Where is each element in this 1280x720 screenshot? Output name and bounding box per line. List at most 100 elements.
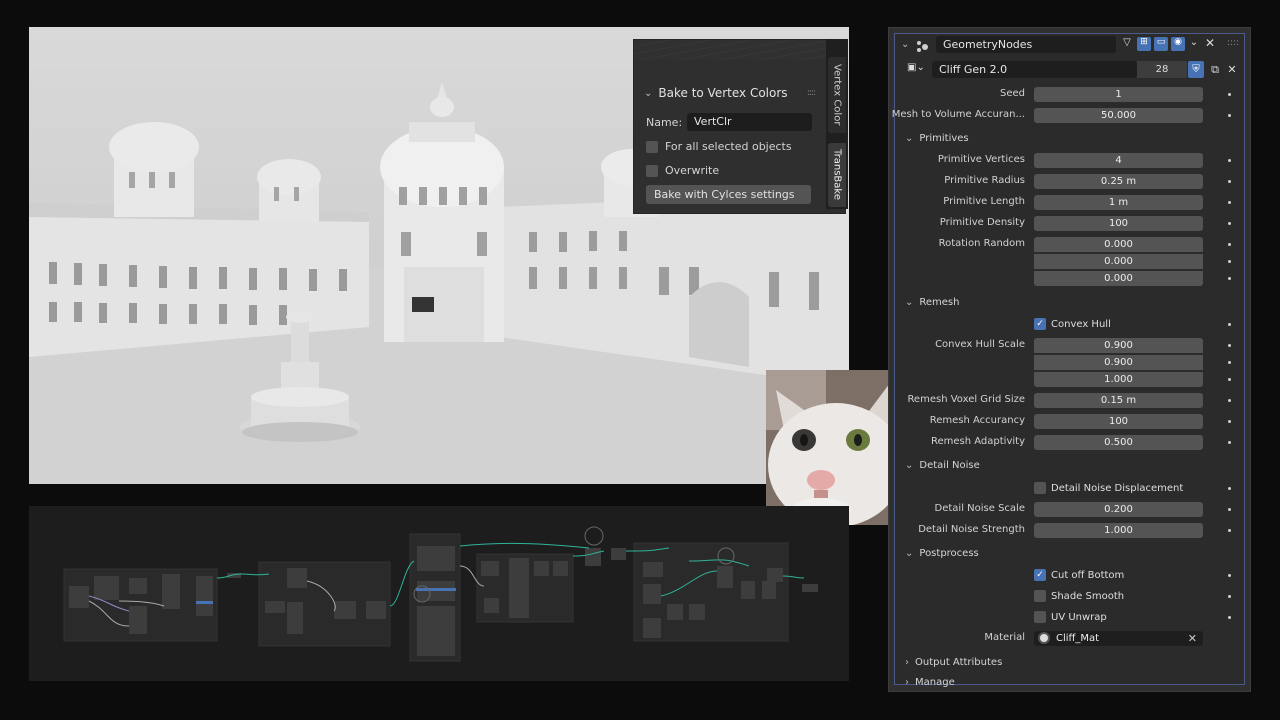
remesh-adaptivity-field[interactable]: 0.500 [1034,435,1203,450]
keyframe-dot-icon[interactable] [1228,93,1231,96]
mesh-accuracy-field[interactable]: 50.000 [1034,108,1203,123]
section-postprocess[interactable]: ⌄ Postprocess [895,543,1244,563]
seed-field[interactable]: 1 [1034,87,1203,102]
primitive-radius-label: Primitive Radius [944,175,1025,186]
primitive-density-field[interactable]: 100 [1034,216,1203,231]
drag-grip-icon[interactable]: :::: [1227,38,1239,48]
collapse-chevron-icon[interactable]: ⌄ [901,39,909,50]
for-all-selected-checkbox[interactable] [646,140,658,153]
material-field[interactable]: Cliff_Mat ✕ [1034,631,1203,646]
rotation-y-field[interactable]: 0.000 [1034,254,1203,269]
keyframe-dot-icon[interactable] [1228,378,1231,381]
uv-unwrap-row: UV Unwrap [895,609,1244,628]
keyframe-dot-icon[interactable] [1228,180,1231,183]
overwrite-checkbox[interactable] [646,164,658,177]
primitive-vertices-field[interactable]: 4 [1034,153,1203,168]
properties-panel: ⌄ GeometryNodes ▽ ⊞ ▭ ◉ ⌄ ✕ :::: ▣⌄ Clif… [888,27,1251,692]
keyframe-dot-icon[interactable] [1228,260,1231,263]
keyframe-dot-icon[interactable] [1228,574,1231,577]
detail-noise-scale-field[interactable]: 0.200 [1034,502,1203,517]
shade-smooth-checkbox[interactable] [1034,590,1046,602]
node-group-name-field[interactable]: Cliff Gen 2.0 [932,61,1137,78]
cat-photo [766,370,906,525]
on-cage-icon[interactable]: ⊞ [1137,37,1151,51]
section-manage[interactable]: › Manage [895,672,1244,692]
detail-noise-strength-field[interactable]: 1.000 [1034,523,1203,538]
drag-grip-icon[interactable]: :::: [807,88,816,98]
keyframe-dot-icon[interactable] [1228,616,1231,619]
shade-smooth-checkbox-row[interactable]: Shade Smooth [1034,590,1124,602]
keyframe-dot-icon[interactable] [1228,441,1231,444]
hull-scale-x-field[interactable]: 0.900 [1034,338,1203,353]
section-output-attributes[interactable]: › Output Attributes [895,652,1244,672]
keyframe-dot-icon[interactable] [1228,323,1231,326]
viewport-display-icon[interactable]: ▭ [1154,37,1168,51]
keyframe-dot-icon[interactable] [1228,114,1231,117]
uv-unwrap-checkbox-row[interactable]: UV Unwrap [1034,611,1107,623]
rotation-z-field[interactable]: 0.000 [1034,271,1203,286]
chevron-right-icon: › [905,656,909,668]
voxel-size-field[interactable]: 0.15 m [1034,393,1203,408]
keyframe-dot-icon[interactable] [1228,277,1231,280]
convex-hull-label: Convex Hull [1051,318,1111,330]
node-group-browse-icon[interactable]: ▣⌄ [907,62,929,78]
material-label: Material [984,632,1025,643]
section-remesh[interactable]: ⌄ Remesh [895,292,1244,312]
section-primitives[interactable]: ⌄ Primitives [895,128,1244,148]
duplicate-icon[interactable]: ⧉ [1207,61,1223,78]
tab-vertex-color[interactable]: Vertex Color [828,57,846,133]
keyframe-dot-icon[interactable] [1228,420,1231,423]
rotation-x-field[interactable]: 0.000 [1034,237,1203,252]
panel-title-row[interactable]: ⌄ Bake to Vertex Colors [644,86,788,100]
keyframe-dot-icon[interactable] [1228,222,1231,225]
detail-noise-disp-row: Detail Noise Displacement [895,480,1244,499]
detail-noise-disp-checkbox[interactable] [1034,482,1046,494]
convex-hull-checkbox-row[interactable]: ✓ Convex Hull [1034,318,1111,330]
mesh-accuracy-row: Mesh to Volume Accuran... 50.000 [892,107,1244,126]
keyframe-dot-icon[interactable] [1228,243,1231,246]
close-icon[interactable]: ✕ [1203,37,1217,51]
convex-hull-row: ✓ Convex Hull [895,316,1244,335]
fake-user-shield-icon[interactable]: ⛨ [1188,61,1204,78]
unlink-close-icon[interactable]: ✕ [1224,61,1240,78]
section-detail-noise[interactable]: ⌄ Detail Noise [895,455,1244,475]
keyframe-dot-icon[interactable] [1228,201,1231,204]
convex-hull-checkbox[interactable]: ✓ [1034,318,1046,330]
bake-cycles-button[interactable]: Bake with Cylces settings [646,185,811,204]
chevron-down-icon[interactable]: ⌄ [644,88,652,99]
clear-close-icon[interactable]: ✕ [1188,631,1197,646]
remesh-accuracy-field[interactable]: 100 [1034,414,1203,429]
hull-scale-z-field[interactable]: 1.000 [1034,372,1203,387]
primitive-density-label: Primitive Density [939,217,1025,228]
tab-transbake[interactable]: TransBake [828,143,846,207]
edit-mode-icon[interactable]: ▽ [1120,37,1134,51]
hull-scale-y-field[interactable]: 0.900 [1034,355,1203,370]
keyframe-dot-icon[interactable] [1228,508,1231,511]
modifier-name-field[interactable]: GeometryNodes [936,36,1116,53]
keyframe-dot-icon[interactable] [1228,159,1231,162]
node-editor[interactable] [29,506,849,681]
primitive-length-label: Primitive Length [943,196,1025,207]
chevron-down-icon: ⌄ [905,132,914,144]
detail-noise-disp-checkbox-row[interactable]: Detail Noise Displacement [1034,482,1183,494]
primitive-length-field[interactable]: 1 m [1034,195,1203,210]
name-field[interactable]: VertClr [687,113,812,131]
cut-bottom-checkbox[interactable]: ✓ [1034,569,1046,581]
overwrite-row[interactable]: Overwrite [646,164,719,177]
keyframe-dot-icon[interactable] [1228,529,1231,532]
keyframe-dot-icon[interactable] [1228,361,1231,364]
render-camera-icon[interactable]: ◉ [1171,37,1185,51]
uv-unwrap-checkbox[interactable] [1034,611,1046,623]
users-count[interactable]: 28 [1137,61,1187,78]
voxel-size-label: Remesh Voxel Grid Size [907,394,1025,405]
chevron-down-icon: ⌄ [905,296,914,308]
keyframe-dot-icon[interactable] [1228,399,1231,402]
section-title: Detail Noise [919,459,980,471]
cut-bottom-checkbox-row[interactable]: ✓ Cut off Bottom [1034,569,1124,581]
for-all-selected-row[interactable]: For all selected objects [646,140,792,153]
primitive-radius-field[interactable]: 0.25 m [1034,174,1203,189]
keyframe-dot-icon[interactable] [1228,487,1231,490]
keyframe-dot-icon[interactable] [1228,344,1231,347]
keyframe-dot-icon[interactable] [1228,595,1231,598]
dropdown-chevron-icon[interactable]: ⌄ [1188,37,1200,51]
